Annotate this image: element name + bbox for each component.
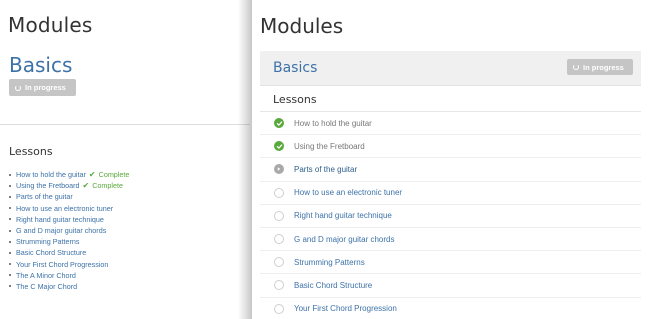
lesson-list: How to hold the guitar ✔ Complete Using the… [9, 169, 129, 292]
lessons-heading: Lessons [9, 145, 53, 158]
check-circle-icon [274, 141, 284, 152]
list-item: Your First Chord Progression [9, 259, 129, 270]
empty-circle-icon [274, 257, 284, 268]
page-title: Modules [260, 14, 344, 38]
lesson-title[interactable]: Right hand guitar technique [294, 211, 392, 220]
lesson-title[interactable]: Parts of the guitar [294, 165, 357, 174]
lesson-row[interactable]: Basic Chord Structure [260, 274, 641, 298]
list-item: Basic Chord Structure [9, 247, 129, 258]
status-badge-label: In progress [25, 83, 66, 92]
bullet-icon [9, 251, 11, 254]
status-badge: In progress [567, 59, 633, 75]
list-item: Parts of the guitar [9, 191, 129, 202]
list-item: G and D major guitar chords [9, 225, 129, 236]
list-item: Strumming Patterns [9, 236, 129, 247]
bullet-icon [9, 195, 11, 198]
empty-circle-icon [274, 187, 284, 198]
spinner-icon [15, 84, 21, 91]
lesson-row[interactable]: How to use an electronic tuner [260, 182, 641, 205]
panel-shadow [238, 0, 252, 319]
lesson-row[interactable]: How to hold the guitar [260, 112, 641, 136]
lesson-title[interactable]: How to use an electronic tuner [294, 188, 402, 197]
lesson-link[interactable]: Right hand guitar technique [16, 215, 104, 224]
spinner-icon [573, 64, 579, 70]
background-page: Modules Basics In progress Lessons How t… [0, 0, 250, 319]
lesson-title[interactable]: How to hold the guitar [294, 119, 372, 128]
divider [0, 124, 250, 125]
bullet-icon [9, 184, 11, 187]
lesson-link[interactable]: How to hold the guitar [16, 170, 86, 179]
bullet-icon [9, 207, 11, 210]
empty-circle-icon [274, 234, 284, 245]
lesson-row[interactable]: Right hand guitar technique [260, 205, 641, 228]
lesson-link[interactable]: How to use an electronic tuner [16, 204, 113, 213]
lessons-heading: Lessons [273, 93, 317, 106]
status-badge-label: In progress [583, 62, 624, 72]
bullet-icon [9, 285, 11, 288]
module-title-link[interactable]: Basics [9, 53, 72, 77]
bullet-icon [9, 218, 11, 221]
complete-label: Complete [92, 181, 123, 191]
bullet-icon [9, 274, 11, 277]
bullet-icon [9, 173, 11, 176]
lesson-row[interactable]: Using the Fretboard [260, 135, 641, 159]
check-circle-icon [274, 118, 284, 129]
lesson-link[interactable]: Parts of the guitar [16, 192, 73, 201]
lesson-row[interactable]: Your First Chord Progression [260, 298, 641, 319]
lesson-list: How to hold the guitar Using the Fretboar… [260, 112, 641, 319]
list-item: The C Major Chord [9, 281, 129, 292]
lesson-link[interactable]: The A Minor Chord [16, 271, 76, 280]
status-badge: In progress [9, 79, 76, 96]
module-title-link[interactable]: Basics [273, 60, 317, 76]
lesson-title[interactable]: Strumming Patterns [294, 258, 365, 267]
list-item: How to hold the guitar ✔ Complete [9, 169, 129, 180]
checkmark-icon: ✔ [88, 170, 96, 180]
lessons-header: Lessons [260, 87, 641, 112]
checkmark-icon: ✔ [82, 181, 90, 191]
bullet-icon [9, 229, 11, 232]
module-panel: Modules Basics In progress Lessons How t… [252, 0, 650, 319]
lesson-row[interactable]: Strumming Patterns [260, 251, 641, 275]
complete-label: Complete [98, 170, 130, 180]
bullet-icon [9, 263, 11, 266]
arrow-circle-icon [274, 164, 284, 175]
module-header: Basics In progress [260, 51, 641, 86]
lesson-row[interactable]: Parts of the guitar [260, 158, 641, 182]
list-item: Right hand guitar technique [9, 214, 129, 225]
list-item: How to use an electronic tuner [9, 203, 129, 214]
page-title: Modules [8, 13, 93, 37]
lesson-link[interactable]: Strumming Patterns [16, 237, 80, 246]
bullet-icon [9, 240, 11, 243]
lesson-link[interactable]: Using the Fretboard [16, 181, 80, 190]
empty-circle-icon [274, 210, 284, 221]
lesson-title[interactable]: Using the Fretboard [294, 142, 365, 151]
lesson-link[interactable]: Your First Chord Progression [16, 260, 108, 269]
lesson-row[interactable]: G and D major guitar chords [260, 228, 641, 252]
lesson-link[interactable]: Basic Chord Structure [16, 248, 86, 257]
lesson-title[interactable]: G and D major guitar chords [294, 235, 395, 244]
empty-circle-icon [274, 303, 284, 314]
lesson-title[interactable]: Your First Chord Progression [294, 304, 397, 313]
empty-circle-icon [274, 280, 284, 291]
lesson-title[interactable]: Basic Chord Structure [294, 281, 372, 290]
lesson-link[interactable]: G and D major guitar chords [16, 226, 106, 235]
list-item: Using the Fretboard ✔ Complete [9, 180, 129, 191]
list-item: The A Minor Chord [9, 270, 129, 281]
lesson-link[interactable]: The C Major Chord [16, 282, 77, 291]
